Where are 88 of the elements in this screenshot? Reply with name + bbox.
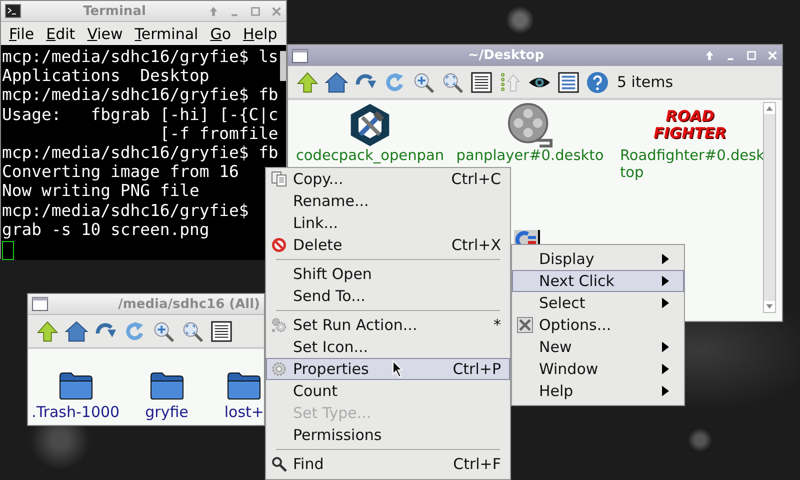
window-title: /media/sdhc16 (All)	[117, 296, 260, 312]
menu-item[interactable]: Delete Ctrl+X	[266, 234, 510, 256]
terminal-line: Now writing PNG file	[2, 181, 200, 201]
menu-item[interactable]: New	[512, 336, 684, 358]
menu-item[interactable]: Go	[210, 24, 232, 42]
menu-item[interactable]: Count	[266, 380, 510, 402]
terminal-line: Usage: fbgrab [-hi] [-{C|c	[2, 104, 280, 124]
scroll-up-arrow-icon[interactable]	[764, 103, 775, 114]
list-view-icon[interactable]	[210, 320, 233, 342]
menu-item[interactable]: Edit	[46, 24, 76, 42]
window-icon	[292, 48, 308, 62]
menu-item[interactable]: Set Icon...	[266, 336, 510, 358]
menu-item[interactable]: Shift Open	[266, 263, 510, 285]
folder-icon[interactable]	[150, 370, 184, 400]
mouse-pointer-icon	[392, 360, 404, 378]
details-view-icon[interactable]	[557, 70, 580, 94]
up-arrow-icon[interactable]	[36, 320, 59, 342]
menu-item[interactable]: Rename...	[266, 190, 510, 212]
folder-icon[interactable]	[227, 370, 262, 400]
text-cursor	[2, 241, 14, 260]
gear-icon	[271, 361, 287, 377]
menu-item[interactable]: Next Click	[512, 270, 684, 292]
menu-item[interactable]: Copy... Ctrl+C	[266, 168, 510, 190]
terminal-line: Applications Desktop	[2, 66, 210, 86]
dotted-arrow-icon[interactable]	[499, 70, 522, 94]
zoom-in-icon[interactable]	[412, 70, 435, 94]
terminal-line: mcp:/media/sdhc16/gryfie$ ls	[2, 47, 280, 66]
search-icon	[271, 456, 287, 472]
film-reel-icon[interactable]	[507, 102, 553, 148]
file-label[interactable]: codecpack_openpan	[296, 148, 444, 165]
file-label[interactable]: panplayer#0.deskto	[456, 148, 604, 165]
folder-icon[interactable]	[58, 370, 93, 400]
help-icon[interactable]	[586, 70, 609, 94]
home-icon[interactable]	[325, 70, 348, 94]
file-label[interactable]: Roadfighter#0.desk	[610, 148, 765, 165]
menu-item[interactable]: Set Run Action... *	[266, 314, 510, 336]
menu-item[interactable]: File	[9, 24, 34, 42]
menu-item[interactable]: Help	[243, 24, 278, 42]
menu-item[interactable]: View	[87, 24, 123, 42]
file-label[interactable]: top	[610, 165, 644, 182]
no-entry-icon	[271, 237, 287, 253]
submenu-arrow-icon	[662, 253, 669, 265]
terminal-line: mcp:/media/sdhc16/gryfie$ fb	[2, 85, 280, 105]
maximize-icon[interactable]	[250, 6, 261, 16]
file-label[interactable]: gryfie	[145, 403, 188, 421]
submenu-arrow-icon	[662, 275, 669, 287]
submenu-arrow-icon	[662, 363, 669, 375]
copy-icon	[271, 171, 287, 187]
item-count: 5 items	[617, 73, 674, 91]
menu-item[interactable]: Window	[512, 358, 684, 380]
vertical-scrollbar[interactable]	[763, 102, 776, 313]
menu-item[interactable]: Display	[512, 248, 684, 270]
gears-icon	[271, 317, 287, 333]
home-icon[interactable]	[65, 320, 88, 342]
submenu-arrow-icon	[662, 297, 669, 309]
menu-item[interactable]: Options...	[512, 314, 684, 336]
shade-up-icon[interactable]	[208, 6, 219, 16]
menu-item[interactable]: Select	[512, 292, 684, 314]
list-view-icon[interactable]	[470, 70, 493, 94]
submenu-arrow-icon	[662, 385, 669, 397]
menu-item[interactable]: Properties Ctrl+P	[266, 358, 510, 380]
zoom-fit-icon[interactable]	[181, 320, 204, 342]
window-icon	[32, 297, 48, 311]
menu-item[interactable]: Send To...	[266, 285, 510, 307]
window-title: Terminal	[82, 4, 147, 18]
menu-item[interactable]: Find Ctrl+F	[266, 453, 510, 475]
terminal-line: [-f fromfile	[158, 124, 280, 144]
file-label[interactable]: lost+	[224, 403, 264, 421]
up-arrow-icon[interactable]	[296, 70, 319, 94]
tools-icon	[517, 317, 533, 333]
game-logo[interactable]: ROAD FIGHTER	[654, 102, 726, 148]
submenu-arrow-icon	[662, 341, 669, 353]
terminal-line: grab -s 10 screen.png	[2, 220, 210, 240]
close-icon[interactable]	[271, 6, 282, 16]
shade-up-icon[interactable]	[704, 50, 715, 61]
menu-item[interactable]: Permissions	[266, 424, 510, 446]
zoom-fit-icon[interactable]	[441, 70, 464, 94]
zoom-in-icon[interactable]	[152, 320, 175, 342]
scroll-down-arrow-icon[interactable]	[764, 301, 775, 312]
menu-item[interactable]: Terminal	[134, 24, 198, 42]
file-label[interactable]: .Trash-1000	[32, 403, 120, 421]
terminal-line: Converting image from 16	[2, 162, 240, 182]
terminal-line: mcp:/media/sdhc16/gryfie$	[2, 200, 250, 220]
menu-item[interactable]: Link...	[266, 212, 510, 234]
window-title: ~/Desktop	[466, 48, 546, 63]
terminal-line: mcp:/media/sdhc16/gryfie$ fb	[2, 143, 280, 162]
menu-item[interactable]: Help	[512, 380, 684, 402]
terminal-icon	[5, 4, 21, 18]
